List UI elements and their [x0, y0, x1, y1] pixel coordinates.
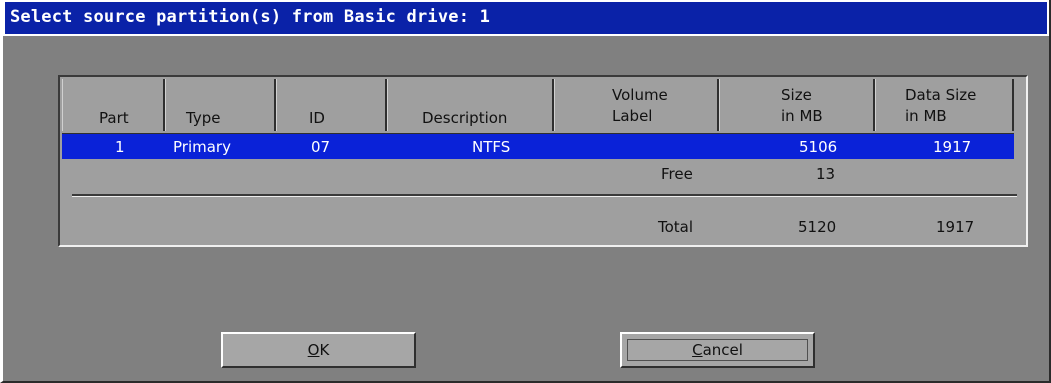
cell-part: 1 — [115, 138, 125, 156]
ok-button-label: OK — [307, 341, 330, 359]
total-row: Total 5120 1917 — [62, 214, 1014, 240]
total-label: Total — [658, 218, 694, 236]
column-header-volume-label[interactable]: Volume Label — [554, 79, 719, 131]
cell-description: NTFS — [472, 138, 511, 156]
cell-data-size-mb: 1917 — [933, 138, 972, 156]
dialog-title: Select source partition(s) from Basic dr… — [3, 0, 1049, 36]
table-header: Part Type ID Description Volume Label Si… — [62, 79, 1014, 131]
column-header-description[interactable]: Description — [387, 79, 554, 131]
column-header-part-label: Part — [99, 109, 129, 127]
cell-size-mb: 5106 — [799, 138, 838, 156]
free-space-row: Free 13 — [62, 161, 1014, 187]
column-header-data-size[interactable]: Data Size in MB — [875, 79, 1014, 131]
column-header-type[interactable]: Type — [165, 79, 276, 131]
column-header-part[interactable]: Part — [62, 79, 165, 131]
total-size-mb: 5120 — [798, 218, 837, 236]
free-size-mb: 13 — [816, 165, 836, 183]
column-header-size-line2: in MB — [781, 107, 823, 125]
column-header-type-label: Type — [186, 109, 221, 127]
column-header-volume-label-line1: Volume — [612, 86, 668, 104]
free-label: Free — [661, 165, 693, 183]
column-header-volume-label-line2: Label — [612, 107, 653, 125]
column-header-data-size-line2: in MB — [905, 107, 947, 125]
column-header-data-size-line1: Data Size — [905, 86, 977, 104]
header-scrollbar[interactable] — [1012, 79, 1024, 131]
column-header-id-label: ID — [309, 109, 325, 127]
cancel-button-label: Cancel — [692, 341, 743, 359]
partition-table: Part Type ID Description Volume Label Si… — [58, 75, 1028, 247]
cancel-button[interactable]: Cancel — [620, 332, 815, 368]
column-header-size[interactable]: Size in MB — [719, 79, 875, 131]
cell-id: 07 — [311, 138, 331, 156]
total-data-size-mb: 1917 — [936, 218, 975, 236]
cell-type: Primary — [173, 138, 231, 156]
column-header-description-label: Description — [422, 109, 508, 127]
ok-button[interactable]: OK — [221, 332, 416, 368]
summary-divider — [72, 194, 1017, 197]
select-partition-dialog: Select source partition(s) from Basic dr… — [0, 0, 1051, 383]
column-header-size-line1: Size — [781, 86, 812, 104]
table-row-selected[interactable]: 1 Primary 07 NTFS 5106 1917 — [62, 133, 1014, 159]
column-header-id[interactable]: ID — [276, 79, 387, 131]
